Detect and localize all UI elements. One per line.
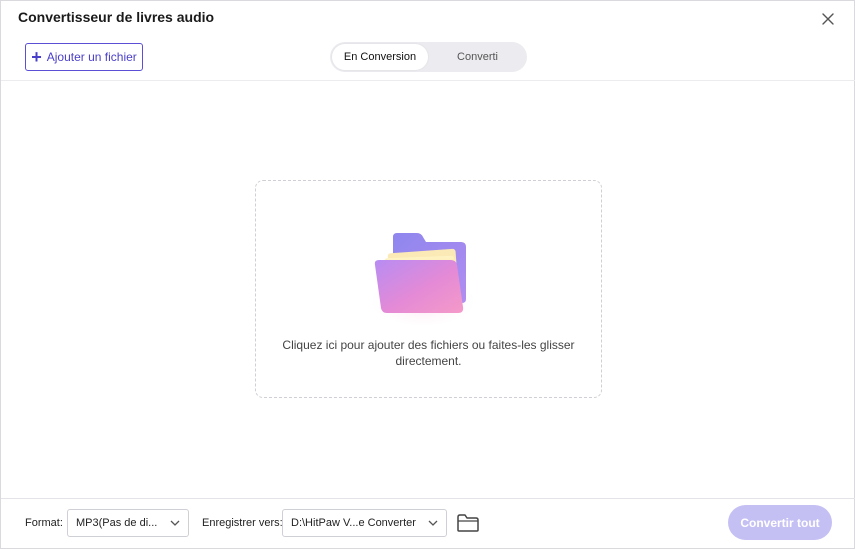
add-file-label: Ajouter un fichier bbox=[46, 50, 137, 64]
chevron-down-icon bbox=[170, 520, 180, 526]
file-drop-zone[interactable]: Cliquez ici pour ajouter des fichiers ou… bbox=[255, 180, 602, 398]
tab-converting[interactable]: En Conversion bbox=[332, 44, 428, 70]
browse-folder-button[interactable] bbox=[456, 513, 480, 533]
format-label: Format: bbox=[25, 517, 63, 529]
add-file-button[interactable]: + Ajouter un fichier bbox=[25, 43, 143, 71]
audiobook-converter-window: Convertisseur de livres audio + Ajouter … bbox=[0, 0, 855, 549]
format-value: MP3(Pas de di... bbox=[76, 517, 158, 529]
save-path-select[interactable]: D:\HitPaw V...e Converter bbox=[282, 509, 447, 537]
folder-icon bbox=[457, 514, 479, 532]
drop-zone-line-2: directement. bbox=[395, 354, 462, 368]
plus-icon: + bbox=[31, 47, 42, 67]
close-icon bbox=[822, 13, 834, 25]
window-title: Convertisseur de livres audio bbox=[18, 9, 215, 25]
footer-divider bbox=[1, 498, 855, 499]
header-divider bbox=[1, 80, 855, 81]
close-button[interactable] bbox=[820, 11, 836, 27]
save-path-value: D:\HitPaw V...e Converter bbox=[291, 517, 416, 529]
drop-zone-instructions: Cliquez ici pour ajouter des fichiers ou… bbox=[266, 337, 591, 369]
save-to-label: Enregistrer vers: bbox=[202, 517, 283, 529]
drop-zone-line-1: Cliquez ici pour ajouter des fichiers ou… bbox=[282, 338, 575, 352]
convert-all-button[interactable]: Convertir tout bbox=[728, 505, 832, 540]
tab-converted[interactable]: Converti bbox=[430, 44, 525, 70]
conversion-tabs: En Conversion Converti bbox=[330, 42, 527, 72]
format-select[interactable]: MP3(Pas de di... bbox=[67, 509, 189, 537]
chevron-down-icon bbox=[428, 520, 438, 526]
folder-illustration bbox=[367, 233, 477, 325]
